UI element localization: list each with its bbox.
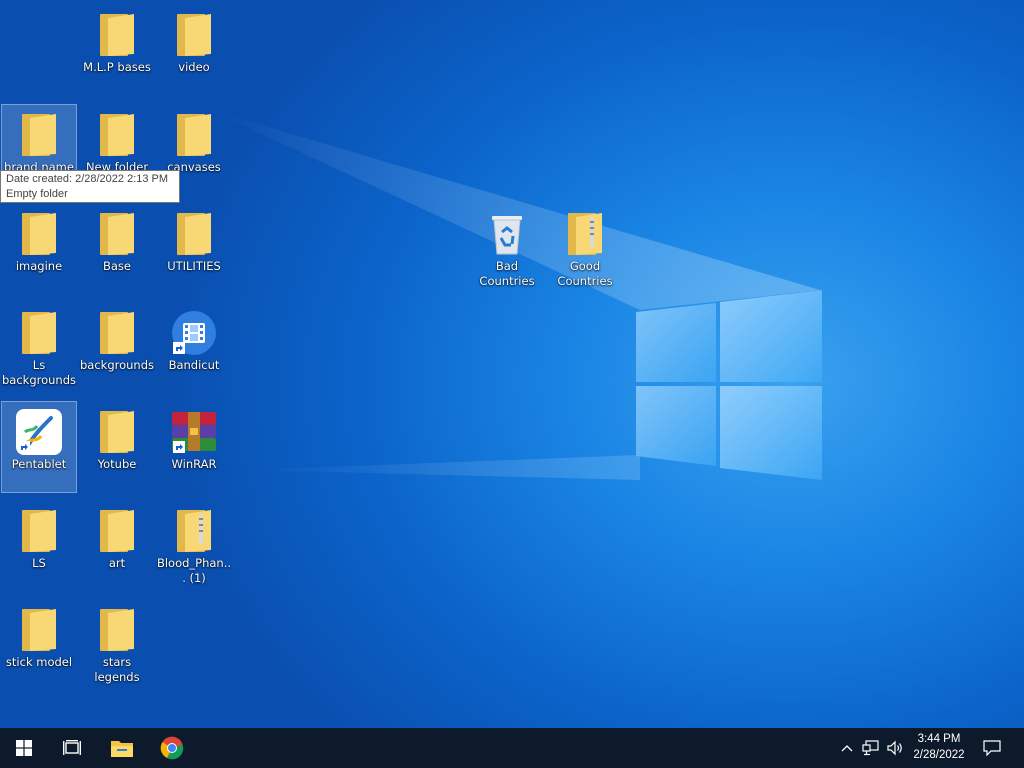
desktop-icon-winrar[interactable]: WinRAR [156, 401, 232, 493]
shortcut-arrow-icon [173, 342, 185, 354]
bandicut-icon [170, 309, 218, 357]
icon-label: UTILITIES [167, 259, 221, 273]
chrome-button[interactable] [148, 728, 196, 768]
desktop-icon-video[interactable]: video [156, 4, 232, 96]
icon-label: video [178, 60, 210, 74]
winrar-icon [170, 408, 218, 456]
tooltip-date-created: Date created: 2/28/2022 2:13 PM [6, 173, 169, 185]
task-view-icon [63, 740, 81, 755]
folder-icon [93, 309, 141, 357]
icon-label: Base [102, 259, 131, 273]
desktop-icon-imagine[interactable]: imagine [1, 203, 77, 295]
folder-icon [15, 210, 63, 258]
file-explorer-button[interactable] [98, 728, 146, 768]
task-view-button[interactable] [48, 728, 96, 768]
folder-icon [93, 210, 141, 258]
pentablet-icon [15, 408, 63, 456]
taskbar: 3:44 PM 2/28/2022 [0, 728, 1024, 768]
tooltip-folder-status: Empty folder [6, 188, 68, 200]
folder-icon [93, 408, 141, 456]
chevron-up-icon [841, 745, 853, 752]
icon-label: imagine [15, 259, 63, 273]
folder-icon [15, 606, 63, 654]
shortcut-arrow-icon [18, 441, 30, 453]
folder-info-tooltip: Date created: 2/28/2022 2:13 PM Empty fo… [0, 170, 180, 203]
folder-icon [170, 11, 218, 59]
zip-folder-icon [170, 507, 218, 555]
desktop-icon-bandicut[interactable]: Bandicut [156, 302, 232, 394]
desktop-icon-bad-countries[interactable]: Bad Countries [469, 203, 545, 295]
icon-label: Blood_Phan... (1) [156, 556, 232, 585]
icon-label: stick model [5, 655, 73, 669]
start-icon [16, 740, 32, 756]
desktop-icon-mlp-bases[interactable]: M.L.P bases [79, 4, 155, 96]
taskbar-clock[interactable]: 3:44 PM 2/28/2022 [905, 731, 973, 763]
icon-label: backgrounds [79, 358, 154, 372]
chrome-icon [160, 736, 184, 760]
volume-icon [887, 740, 902, 756]
icon-label: M.L.P bases [83, 60, 151, 74]
icon-label: Good Countries [557, 259, 613, 288]
desktop-icon-good-countries[interactable]: Good Countries [547, 203, 623, 295]
clock-time: 3:44 PM [917, 733, 961, 745]
desktop-icon-blood-phan[interactable]: Blood_Phan... (1) [156, 500, 232, 592]
desktop-icon-stick-model[interactable]: stick model [1, 599, 77, 691]
network-icon [862, 740, 879, 756]
recycle-bin-icon [483, 210, 531, 258]
folder-icon [15, 507, 63, 555]
zip-folder-icon [561, 210, 609, 258]
desktop-icon-stars-legends[interactable]: stars legends [79, 599, 155, 691]
folder-icon [93, 606, 141, 654]
action-center-button[interactable] [976, 728, 1008, 768]
folder-icon [170, 111, 218, 159]
icon-label: WinRAR [171, 457, 217, 471]
desktop-icon-ls[interactable]: LS [1, 500, 77, 592]
desktop-icon-base[interactable]: Base [79, 203, 155, 295]
shortcut-arrow-icon [173, 441, 185, 453]
volume-button[interactable] [884, 728, 906, 768]
icon-label: stars legends [94, 655, 140, 684]
folder-icon [15, 309, 63, 357]
icon-label: Ls backgrounds [1, 358, 76, 387]
file-explorer-icon [111, 741, 133, 757]
icon-label: art [108, 556, 126, 570]
show-hidden-icons-button[interactable] [836, 728, 858, 768]
desktop-icon-pentablet[interactable]: Pentablet [1, 401, 77, 493]
windows-logo-wallpaper [636, 290, 822, 480]
icon-label: LS [32, 556, 46, 570]
clock-date: 2/28/2022 [913, 749, 965, 761]
desktop-icon-yotube[interactable]: Yotube [79, 401, 155, 493]
folder-icon [93, 111, 141, 159]
folder-icon [93, 507, 141, 555]
icon-label: Bad Countries [479, 259, 535, 288]
desktop-icon-backgrounds[interactable]: backgrounds [79, 302, 155, 394]
desktop-icon-art[interactable]: art [79, 500, 155, 592]
icon-label: Yotube [97, 457, 137, 471]
folder-icon [170, 210, 218, 258]
notification-icon [983, 740, 1001, 756]
icon-label: Bandicut [168, 358, 220, 372]
icon-label: Pentablet [11, 457, 67, 471]
network-button[interactable] [860, 728, 882, 768]
folder-icon [93, 11, 141, 59]
start-button[interactable] [0, 728, 48, 768]
desktop-icon-ls-backgrounds[interactable]: Ls backgrounds [1, 302, 77, 394]
desktop-icon-utilities[interactable]: UTILITIES [156, 203, 232, 295]
folder-icon [15, 111, 63, 159]
